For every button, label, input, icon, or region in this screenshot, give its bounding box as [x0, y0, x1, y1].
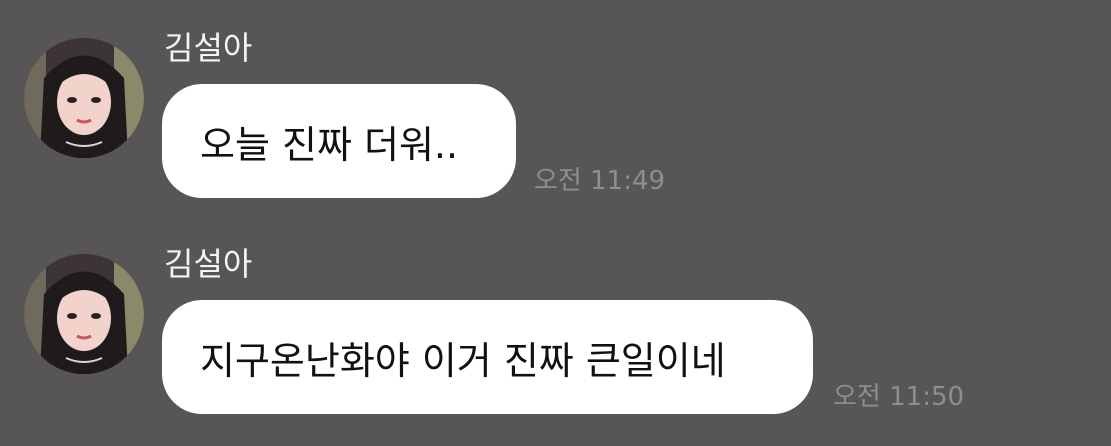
sender-name: 김설아	[164, 245, 253, 283]
message-timestamp: 오전 11:50	[833, 382, 965, 412]
profile-photo-icon	[24, 38, 144, 158]
avatar[interactable]	[24, 254, 144, 374]
message-bubble[interactable]: 지구온난화야 이거 진짜 큰일이네	[162, 300, 813, 414]
message-timestamp: 오전 11:49	[534, 166, 666, 196]
profile-photo-icon	[24, 254, 144, 374]
avatar[interactable]	[24, 38, 144, 158]
sender-name: 김설아	[164, 29, 253, 67]
message-bubble[interactable]: 오늘 진짜 더워..	[162, 84, 516, 198]
